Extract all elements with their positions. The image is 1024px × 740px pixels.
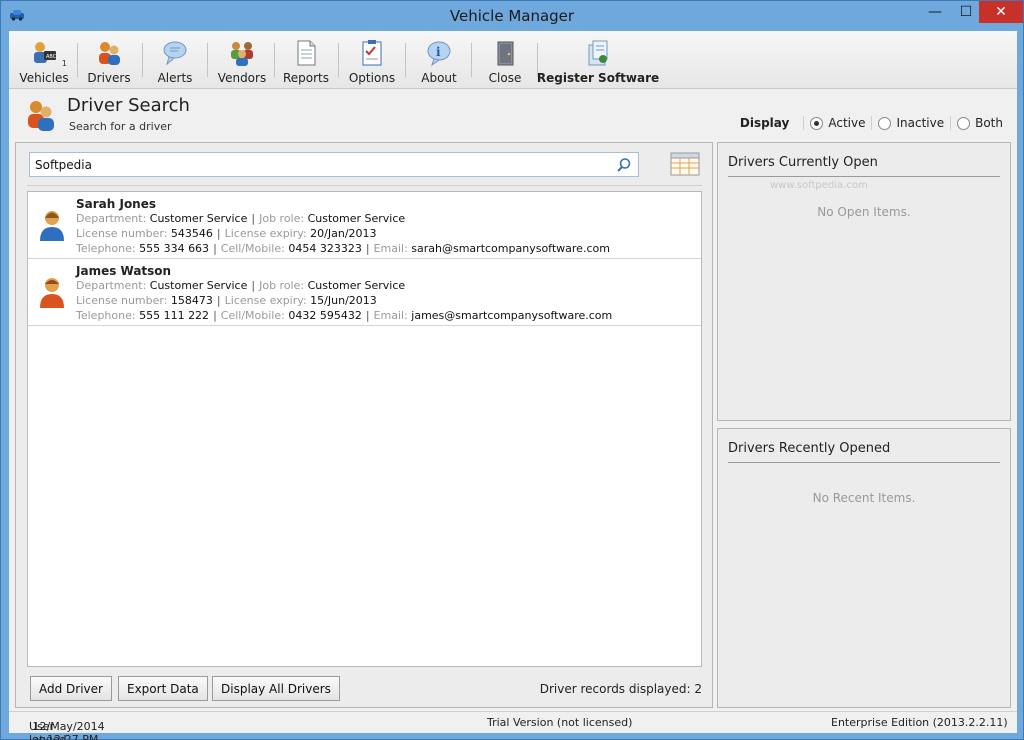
driver-contact-line: Telephone: 555 334 663 | Cell/Mobile: 0454… — [76, 242, 610, 255]
toolbar-label: Register Software — [536, 71, 660, 85]
toolbar-reports-button[interactable]: Reports — [282, 33, 330, 85]
toolbar-about-button[interactable]: i About — [421, 33, 457, 85]
driver-avatar-icon — [40, 211, 64, 241]
reports-icon — [291, 38, 321, 68]
watermark-text: www.softpedia.com — [770, 180, 868, 191]
divider — [728, 176, 1000, 177]
grid-view-icon[interactable] — [670, 152, 700, 176]
drivers-recent-title: Drivers Recently Opened — [728, 441, 891, 456]
no-recent-items-text: No Recent Items. — [812, 491, 916, 505]
toolbar-vendors-button[interactable]: Vendors — [217, 33, 267, 85]
toolbar-label: Options — [348, 71, 396, 85]
page-subtitle: Search for a driver — [69, 120, 172, 133]
vendors-icon — [227, 38, 257, 68]
toolbar-separator — [274, 43, 275, 77]
records-label: Driver records displayed: — [539, 682, 691, 696]
radio-inactive-circle[interactable] — [878, 116, 892, 130]
toolbar-alerts-button[interactable]: Alerts — [157, 33, 193, 85]
list-item[interactable]: James Watson Department: Customer Servic… — [28, 259, 701, 326]
page-header: Driver Search Search for a driver Displa… — [9, 90, 1017, 140]
status-edition: Enterprise Edition (2013.2.2.11) — [831, 716, 1008, 729]
options-icon — [357, 38, 387, 68]
toolbar-separator — [77, 43, 78, 77]
driver-license-line: License number: 158473 | License expiry: 1… — [76, 294, 377, 307]
maximize-button[interactable]: ☐ — [953, 1, 979, 23]
toolbar-separator — [471, 43, 472, 77]
driver-name[interactable]: James Watson — [76, 264, 171, 278]
driver-dept-line: Department: Customer Service | Job role: C… — [76, 279, 406, 292]
title-bar: Vehicle Manager — ☐ ✕ — [1, 1, 1023, 31]
toolbar-vehicles-button[interactable]: ABC Vehicles 1 — [19, 33, 69, 85]
vehicles-icon: ABC — [29, 38, 59, 68]
svg-text:ABC: ABC — [46, 54, 57, 60]
radio-both[interactable]: Both — [950, 116, 1003, 130]
radio-both-circle[interactable] — [957, 116, 971, 130]
records-count: Driver records displayed: 2 — [540, 682, 702, 696]
search-panel: Sarah Jones Department: Customer Service… — [15, 142, 713, 708]
toolbar-label: Vehicles — [19, 71, 69, 85]
records-value: 2 — [694, 682, 702, 696]
page-title: Driver Search — [67, 95, 190, 116]
radio-active-label: Active — [828, 116, 866, 130]
toolbar-label: Close — [488, 71, 522, 85]
export-data-button[interactable]: Export Data — [118, 676, 208, 701]
about-icon: i — [424, 38, 454, 68]
driver-license-line: License number: 543546 | License expiry: 2… — [76, 227, 377, 240]
toolbar-label: Vendors — [217, 71, 267, 85]
window-title: Vehicle Manager — [449, 7, 575, 25]
toolbar-drivers-button[interactable]: Drivers — [87, 33, 131, 85]
toolbar: ABC Vehicles 1 Drivers Alerts Vendors Re… — [9, 31, 1017, 89]
register-icon — [583, 38, 613, 68]
drivers-icon — [94, 38, 124, 68]
radio-active-circle[interactable] — [810, 116, 824, 130]
drivers-recent-panel: Drivers Recently Opened No Recent Items. — [717, 428, 1011, 708]
close-door-icon — [490, 38, 520, 68]
driver-contact-line: Telephone: 555 111 222 | Cell/Mobile: 0432… — [76, 309, 613, 322]
driver-dept-line: Department: Customer Service | Job role: C… — [76, 212, 406, 225]
display-all-drivers-button[interactable]: Display All Drivers — [212, 676, 340, 701]
status-version: Trial Version (not licensed) — [487, 716, 633, 729]
display-label: Display — [739, 116, 790, 130]
toolbar-separator — [142, 43, 143, 77]
radio-inactive[interactable]: Inactive — [871, 116, 944, 130]
status-user: User logged in: 12/May/2014 at 12:27 PM — [29, 716, 105, 740]
toolbar-separator — [405, 43, 406, 77]
toolbar-label: Reports — [282, 71, 330, 85]
radio-active[interactable]: Active — [803, 116, 865, 130]
add-driver-button[interactable]: Add Driver — [30, 676, 112, 701]
toolbar-label: About — [421, 71, 457, 85]
toolbar-separator — [207, 43, 208, 77]
toolbar-separator — [338, 43, 339, 77]
drivers-open-panel: Drivers Currently Open www.softpedia.com… — [717, 142, 1011, 421]
status-user-time: 12/May/2014 at 12:27 PM — [32, 720, 105, 740]
toolbar-register-button[interactable]: Register Software — [537, 33, 659, 85]
close-window-button[interactable]: ✕ — [979, 1, 1023, 23]
divider — [27, 185, 702, 186]
display-filter: Display Active Inactive Both — [740, 116, 1003, 130]
list-item[interactable]: Sarah Jones Department: Customer Service… — [28, 192, 701, 259]
no-open-items-text: No Open Items. — [817, 205, 911, 219]
toolbar-close-button[interactable]: Close — [487, 33, 523, 85]
driver-name[interactable]: Sarah Jones — [76, 197, 156, 211]
status-bar: User logged in: 12/May/2014 at 12:27 PM … — [9, 711, 1017, 740]
vehicles-count-badge: 1 — [61, 59, 67, 68]
driver-avatar-icon — [40, 278, 64, 308]
client-area: ABC Vehicles 1 Drivers Alerts Vendors Re… — [9, 31, 1017, 740]
drivers-open-title: Drivers Currently Open — [728, 155, 878, 170]
radio-both-label: Both — [975, 116, 1003, 130]
toolbar-options-button[interactable]: Options — [348, 33, 396, 85]
minimize-button[interactable]: — — [921, 1, 949, 23]
toolbar-label: Alerts — [157, 71, 193, 85]
driver-results-list: Sarah Jones Department: Customer Service… — [27, 191, 702, 667]
app-window: Vehicle Manager — ☐ ✕ ABC Vehicles 1 Dri… — [0, 0, 1024, 740]
alerts-icon — [160, 38, 190, 68]
toolbar-label: Drivers — [87, 71, 131, 85]
search-input[interactable] — [35, 156, 605, 173]
svg-text:i: i — [436, 45, 441, 59]
search-box[interactable] — [29, 152, 639, 177]
radio-inactive-label: Inactive — [896, 116, 945, 130]
divider — [728, 462, 1000, 463]
search-icon[interactable] — [616, 157, 632, 173]
driver-search-icon — [28, 101, 54, 131]
